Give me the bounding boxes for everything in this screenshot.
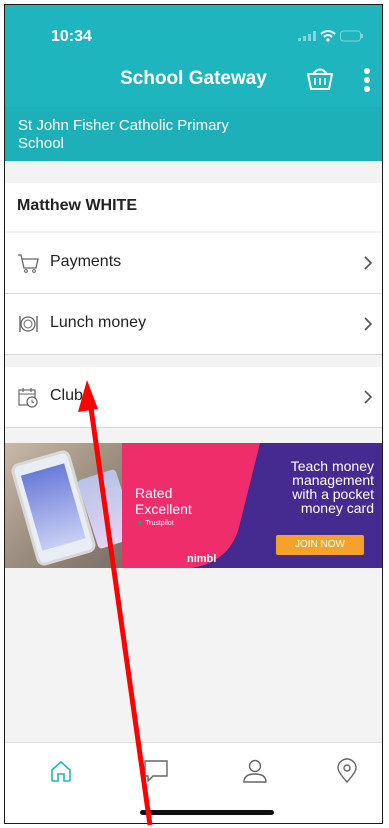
wifi-icon — [320, 30, 336, 42]
tagline-line: money card — [300, 500, 374, 516]
menu-item-label: Lunch money — [50, 314, 147, 331]
rated-line1: Rated — [135, 485, 173, 501]
phone-image — [9, 448, 98, 568]
menu-item-lunch-money[interactable]: Lunch money — [5, 294, 382, 355]
menu-item-clubs[interactable]: Clubs — [5, 367, 382, 428]
basket-icon[interactable] — [305, 65, 335, 91]
rated-text: Rated Excellent — [135, 485, 192, 517]
chevron-right-icon — [364, 390, 373, 404]
school-bar: St John Fisher Catholic Primary School — [5, 107, 382, 161]
status-time: 10:34 — [51, 28, 92, 45]
user-icon[interactable] — [241, 757, 269, 785]
signal-icon — [298, 31, 316, 41]
menu-item-label: Payments — [50, 253, 122, 270]
school-name: St John Fisher Catholic Primary School — [18, 117, 229, 152]
join-now-button[interactable]: JOIN NOW — [276, 535, 364, 555]
kebab-menu-icon[interactable] — [362, 67, 372, 93]
battery-icon — [340, 30, 363, 42]
trustpilot-label: ★ Trustpilot — [137, 519, 174, 527]
cart-icon — [18, 254, 39, 273]
menu-item-label: Clubs — [50, 387, 91, 404]
calendar-clock-icon — [18, 388, 38, 408]
banner-tagline: Teach money management with a pocket mon… — [254, 459, 374, 515]
chevron-right-icon — [364, 317, 373, 331]
status-icons — [298, 30, 364, 42]
brand-logo: nimbl — [187, 553, 217, 565]
star-icon: ★ — [137, 520, 144, 527]
student-name: Matthew WHITE — [17, 197, 137, 214]
bottom-nav — [5, 742, 382, 823]
home-indicator — [140, 810, 274, 815]
nimbl-ad-banner[interactable]: Rated Excellent ★ Trustpilot nimbl Teach… — [5, 443, 382, 568]
app-header: 10:34 School Gateway — [5, 5, 382, 107]
home-icon[interactable] — [47, 757, 75, 785]
chevron-right-icon — [364, 256, 373, 270]
cutlery-icon — [19, 316, 38, 332]
tagline-line: management — [292, 472, 374, 488]
tagline-line: Teach money — [290, 458, 374, 474]
student-header: Matthew WHITE — [5, 183, 382, 231]
chat-icon[interactable] — [142, 757, 170, 785]
location-pin-icon[interactable] — [333, 757, 361, 785]
rated-line2: Excellent — [135, 501, 192, 517]
trustpilot-text: Trustpilot — [145, 520, 174, 527]
tagline-line: with a pocket — [292, 486, 374, 502]
menu-item-payments[interactable]: Payments — [5, 233, 382, 294]
app-screen: 10:34 School Gateway St John Fisher Cath… — [4, 4, 383, 824]
